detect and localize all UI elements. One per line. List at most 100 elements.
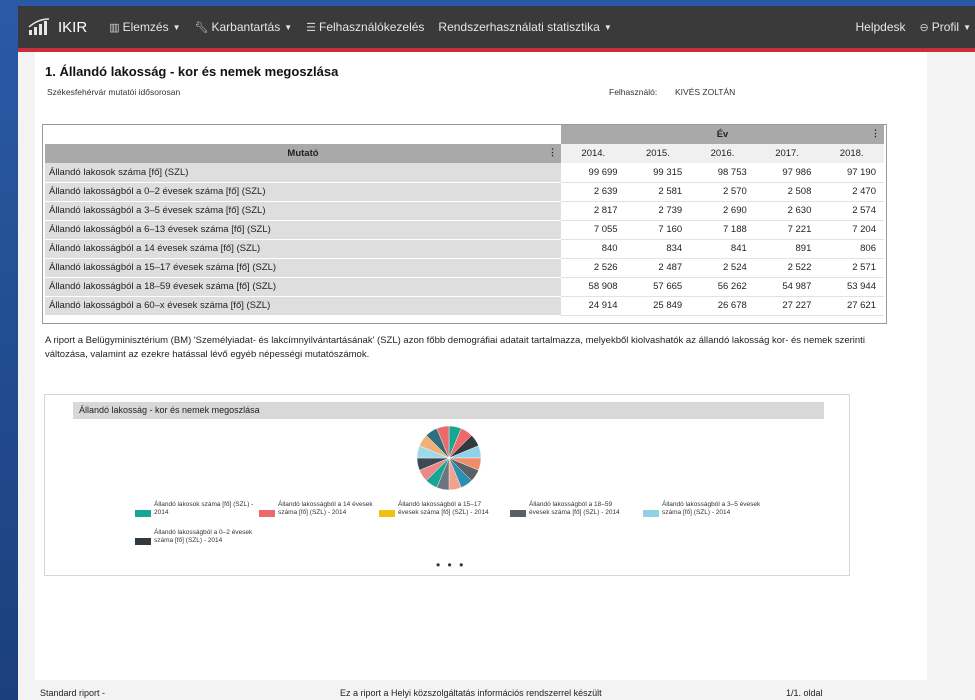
table-row: Állandó lakosságból a 0–2 évesek száma [… <box>45 182 884 202</box>
chart-logo-icon <box>28 18 50 35</box>
legend-label: Állandó lakosságból a 18–59 évesek száma… <box>529 501 620 516</box>
report-subtitle: Székesfehérvár mutatói idősorosan <box>47 87 181 97</box>
table-row: Állandó lakosságból a 18–59 évesek száma… <box>45 277 884 297</box>
value-cell: 2 630 <box>754 201 820 221</box>
pivot-table: Év ⋮ Mutató ⋮ 2014. 2015. 2016. 2017. 20… <box>45 125 884 316</box>
value-cell: 834 <box>625 239 691 259</box>
value-cell: 58 908 <box>561 277 626 297</box>
column-menu-icon[interactable]: ⋮ <box>871 128 880 139</box>
brand-name: IKIR <box>58 18 88 36</box>
mutato-header[interactable]: Mutató ⋮ <box>45 144 561 163</box>
nav-helpdesk[interactable]: Helpdesk <box>855 20 905 34</box>
helpdesk-label: Helpdesk <box>855 20 906 34</box>
legend-label: Állandó lakosságból a 3–5 évesek száma [… <box>662 501 761 516</box>
year-header[interactable]: 2014. <box>561 144 626 163</box>
year-header[interactable]: 2015. <box>625 144 691 163</box>
top-navbar: IKIR ▥ Elemzés ▼ 🔧︎ Karbantartás ▼ ☰ Fel… <box>18 6 975 48</box>
legend-swatch <box>379 510 395 517</box>
value-cell: 7 160 <box>625 220 691 240</box>
year-header[interactable]: 2017. <box>754 144 820 163</box>
legend-item[interactable]: Állandó lakosságból a 15–17 évesek száma… <box>379 501 499 517</box>
value-cell: 2 570 <box>690 182 755 202</box>
legend-item[interactable]: Állandó lakosságból a 0–2 évesek száma [… <box>135 529 255 545</box>
value-cell: 840 <box>561 239 626 259</box>
nav-felhasznalokezeles[interactable]: ☰ Felhasználókezelés <box>306 20 424 34</box>
legend-item[interactable]: Állandó lakosok száma [fő] (SZL) - 2014 <box>135 501 255 517</box>
value-cell: 2 817 <box>561 201 626 221</box>
table-row: Állandó lakosságból a 6–13 évesek száma … <box>45 220 884 240</box>
report-description: A riport a Belügyminisztérium (BM) 'Szem… <box>45 335 865 360</box>
value-cell: 56 262 <box>690 277 755 297</box>
row-label: Állandó lakosságból a 15–17 évesek száma… <box>45 258 561 278</box>
report-sheet: 1. Állandó lakosság - kor és nemek megos… <box>35 52 927 680</box>
legend-label: Állandó lakosságból a 14 évesek száma [f… <box>278 501 373 516</box>
caret-down-icon: ▼ <box>172 22 181 32</box>
user-name: KIVÉS ZOLTÁN <box>675 87 736 97</box>
year-group-header[interactable]: Év ⋮ <box>561 125 884 144</box>
brand[interactable]: IKIR <box>28 18 87 36</box>
value-cell: 97 190 <box>819 163 884 183</box>
row-label: Állandó lakosok száma [fő] (SZL) <box>45 163 561 183</box>
nav-elemzes[interactable]: ▥ Elemzés ▼ <box>109 20 180 34</box>
legend-item[interactable]: Állandó lakosságból a 18–59 évesek száma… <box>510 501 630 517</box>
page-body: 1. Állandó lakosság - kor és nemek megos… <box>18 52 975 700</box>
legend-label: Állandó lakosságból a 0–2 évesek száma [… <box>154 529 253 544</box>
value-cell: 2 522 <box>754 258 820 278</box>
value-cell: 7 204 <box>819 220 884 240</box>
legend-item[interactable]: Állandó lakosságból a 14 évesek száma [f… <box>259 501 379 517</box>
value-cell: 26 678 <box>690 296 755 316</box>
value-cell: 99 315 <box>625 163 691 183</box>
value-cell: 7 188 <box>690 220 755 240</box>
value-cell: 2 526 <box>561 258 626 278</box>
legend-swatch <box>643 510 659 517</box>
nav-felhasznalokezeles-label: Felhasználókezelés <box>319 20 425 34</box>
footer-left: Standard riport - <box>40 688 106 698</box>
list-icon: ☰ <box>306 21 317 34</box>
value-cell: 806 <box>819 239 884 259</box>
value-cell: 7 221 <box>754 220 820 240</box>
table-row: Állandó lakosságból a 15–17 évesek száma… <box>45 258 884 278</box>
caret-down-icon: ▼ <box>603 22 612 32</box>
value-cell: 27 227 <box>754 296 820 316</box>
value-cell: 57 665 <box>625 277 691 297</box>
value-cell: 2 508 <box>754 182 820 202</box>
row-label: Állandó lakosságból a 0–2 évesek száma [… <box>45 182 561 202</box>
nav-profil[interactable]: ⊖ Profil ▼ <box>920 20 971 34</box>
value-cell: 841 <box>690 239 755 259</box>
value-cell: 7 055 <box>561 220 626 240</box>
value-cell: 98 753 <box>690 163 755 183</box>
nav-statisztika[interactable]: Rendszerhasználati statisztika ▼ <box>438 20 611 34</box>
year-header[interactable]: 2018. <box>819 144 884 163</box>
legend-item[interactable]: Állandó lakosságból a 3–5 évesek száma [… <box>643 501 763 517</box>
nav-statisztika-label: Rendszerhasználati statisztika <box>438 20 600 34</box>
value-cell: 2 739 <box>625 201 691 221</box>
mutato-header-label: Mutató <box>287 148 319 159</box>
legend-label: Állandó lakosságból a 15–17 évesek száma… <box>398 501 489 516</box>
row-label: Állandó lakosságból a 14 évesek száma [f… <box>45 239 561 259</box>
legend-swatch <box>259 510 275 517</box>
value-cell: 2 571 <box>819 258 884 278</box>
table-row: Állandó lakosok száma [fő] (SZL) 99 699 99… <box>45 163 884 183</box>
user-circle-icon: ⊖ <box>919 21 929 34</box>
table-row: Állandó lakosságból a 60–x évesek száma … <box>45 296 884 316</box>
footer-center: Ez a riport a Helyi közszolgáltatás info… <box>340 688 602 698</box>
caret-down-icon: ▼ <box>284 22 293 32</box>
more-options-icon[interactable]: • • • <box>436 558 465 572</box>
value-cell: 2 639 <box>561 182 626 202</box>
table-row: Állandó lakosságból a 3–5 évesek száma [… <box>45 201 884 221</box>
year-group-label: Év <box>716 129 729 140</box>
footer-page: 1/1. oldal <box>786 688 823 698</box>
nav-karbantartas[interactable]: 🔧︎ Karbantartás ▼ <box>195 20 293 34</box>
user-label: Felhasználó: <box>609 87 658 97</box>
chart-panel: Állandó lakosság - kor és nemek megoszlá… <box>44 394 850 576</box>
year-header[interactable]: 2016. <box>690 144 755 163</box>
value-cell: 53 944 <box>819 277 884 297</box>
table-row: Állandó lakosságból a 14 évesek száma [f… <box>45 239 884 259</box>
value-cell: 24 914 <box>561 296 626 316</box>
column-menu-icon[interactable]: ⋮ <box>548 147 557 158</box>
value-cell: 97 986 <box>754 163 820 183</box>
row-label: Állandó lakosságból a 3–5 évesek száma [… <box>45 201 561 221</box>
legend-swatch <box>510 510 526 517</box>
value-cell: 2 487 <box>625 258 691 278</box>
pie-chart <box>416 425 482 491</box>
